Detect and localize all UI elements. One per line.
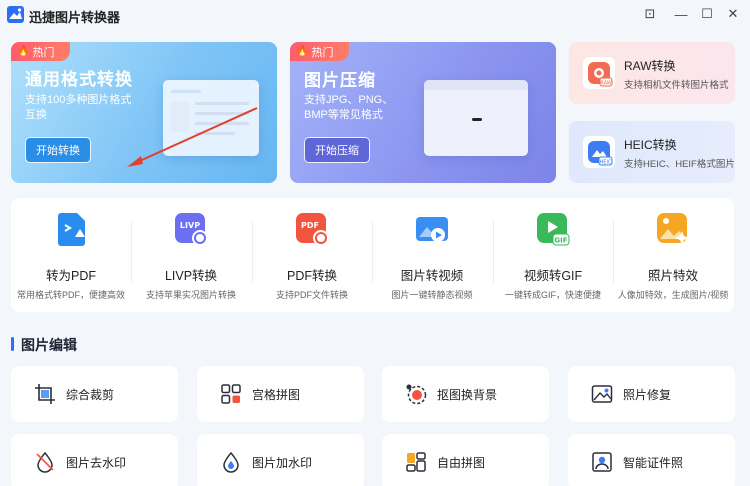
image-to-video-icon (414, 211, 450, 247)
flame-icon: 🔥 (17, 46, 30, 57)
preview-illustration (424, 80, 528, 156)
hero-description: 支持100多种图片格式互换 (25, 94, 132, 121)
tool-title: 转为PDF (45, 269, 96, 283)
pdf-convert-icon: PDF (294, 211, 330, 247)
edit-item-label: 图片加水印 (252, 456, 313, 470)
app-title: 迅捷图片转换器 (29, 10, 121, 25)
edit-item-id-photo[interactable]: 智能证件照 (568, 434, 735, 486)
svg-text:PDF: PDF (301, 221, 319, 230)
edit-item-label: 抠图换背景 (437, 388, 498, 402)
edit-item-label: 自由拼图 (437, 456, 486, 470)
edit-item-cutout-background[interactable]: 抠图换背景 (382, 366, 549, 422)
heic-title: HEIC转换 (624, 138, 677, 152)
app-logo-icon (7, 6, 24, 23)
tool-image-to-video[interactable]: 图片转视频 图片一键转静态视频 (372, 198, 492, 312)
raw-convert-card[interactable]: RAW RAW转换 支持相机文件转图片格式 (569, 42, 735, 104)
tool-title: PDF转换 (286, 269, 337, 283)
photo-repair-icon (591, 383, 613, 405)
heic-icon: HEIC (583, 136, 615, 168)
maximize-button[interactable]: ☐ (696, 4, 718, 24)
tool-photo-effects[interactable]: 照片特效 人像加特效，生成图片/视频 (613, 198, 733, 312)
tool-to-pdf[interactable]: 转为PDF 常用格式转PDF，便捷高效 (11, 198, 131, 312)
edit-item-add-watermark[interactable]: 图片加水印 (197, 434, 364, 486)
pin-icon[interactable]: ⊡ (639, 4, 661, 24)
section-accent-bar (11, 337, 14, 351)
hero-title: 通用格式转换 (25, 70, 133, 89)
edit-item-label: 宫格拼图 (252, 388, 301, 402)
photo-effects-icon (655, 211, 691, 247)
hero-card-format-convert[interactable]: 🔥 热门 通用格式转换 支持100多种图片格式互换 开始转换 (11, 42, 277, 183)
hot-tag-label: 热门 (311, 46, 334, 59)
minimize-button[interactable]: — (670, 4, 692, 24)
edit-item-crop[interactable]: 综合裁剪 (11, 366, 178, 422)
free-collage-icon (405, 451, 427, 473)
tool-title: 照片特效 (647, 269, 698, 283)
cutout-background-icon (405, 383, 427, 405)
raw-title: RAW转换 (624, 59, 676, 73)
svg-text:LIVP: LIVP (180, 221, 200, 230)
flame-icon: 🔥 (296, 46, 309, 57)
close-button[interactable]: ✕ (722, 4, 744, 24)
video-to-gif-icon: GIF (535, 211, 571, 247)
id-photo-icon (591, 451, 613, 473)
heic-description: 支持HEIC、HEIF格式图片 (624, 159, 735, 170)
tool-description: 人像加特效，生成图片/视频 (617, 290, 729, 300)
tool-title: 图片转视频 (400, 269, 464, 283)
tool-description: 支持PDF文件转换 (275, 290, 348, 300)
edit-item-label: 图片去水印 (66, 456, 127, 470)
hero-title: 图片压缩 (304, 71, 376, 90)
tool-pdf-convert[interactable]: PDF PDF转换 支持PDF文件转换 (252, 198, 372, 312)
raw-description: 支持相机文件转图片格式 (624, 80, 729, 91)
edit-item-photo-repair[interactable]: 照片修复 (568, 366, 735, 422)
edit-item-label: 智能证件照 (623, 456, 684, 470)
svg-text:HEIC: HEIC (600, 159, 612, 165)
tool-video-to-gif[interactable]: GIF 视频转GIF 一键转成GIF，快速便捷 (493, 198, 613, 312)
tools-panel: 转为PDF 常用格式转PDF，便捷高效 LIVP LIVP转换 支持苹果实况图片… (11, 198, 734, 312)
start-convert-button[interactable]: 开始转换 (25, 137, 91, 163)
hot-tag-label: 热门 (32, 46, 55, 59)
grid-collage-icon (220, 383, 242, 405)
crop-icon (34, 383, 56, 405)
edit-item-label: 照片修复 (623, 388, 672, 402)
title-bar: 迅捷图片转换器 ⊡ — ☐ ✕ (0, 0, 750, 30)
camera-raw-icon: RAW (583, 57, 615, 89)
tool-description: 图片一键转静态视频 (391, 290, 473, 300)
edit-item-free-collage[interactable]: 自由拼图 (382, 434, 549, 486)
tool-title: LIVP转换 (164, 269, 218, 283)
hero-description: 支持JPG、PNG、BMP等常见格式 (304, 94, 394, 121)
edit-item-label: 综合裁剪 (66, 388, 115, 402)
heic-convert-card[interactable]: HEIC HEIC转换 支持HEIC、HEIF格式图片 (569, 121, 735, 183)
section-title: 图片编辑 (21, 337, 77, 353)
svg-text:GIF: GIF (554, 237, 567, 245)
tool-description: 常用格式转PDF，便捷高效 (16, 290, 125, 300)
arrow-annotation-icon (127, 107, 258, 167)
livp-icon: LIVP (173, 211, 209, 247)
edit-item-grid-collage[interactable]: 宫格拼图 (197, 366, 364, 422)
tool-description: 支持苹果实况图片转换 (145, 290, 236, 300)
tool-livp-convert[interactable]: LIVP LIVP转换 支持苹果实况图片转换 (131, 198, 251, 312)
hot-tag: 🔥 热门 (290, 42, 350, 61)
remove-watermark-icon (34, 451, 56, 473)
add-watermark-icon (220, 451, 242, 473)
svg-text:RAW: RAW (600, 80, 611, 86)
tool-description: 一键转成GIF，快速便捷 (505, 290, 601, 300)
hot-tag: 🔥 热门 (11, 42, 71, 61)
hero-card-compress[interactable]: 🔥 热门 图片压缩 支持JPG、PNG、BMP等常见格式 开始压缩 (290, 42, 556, 183)
to-pdf-icon (53, 211, 89, 247)
edit-item-remove-watermark[interactable]: 图片去水印 (11, 434, 178, 486)
start-compress-button[interactable]: 开始压缩 (304, 137, 370, 163)
tool-title: 视频转GIF (523, 269, 583, 283)
